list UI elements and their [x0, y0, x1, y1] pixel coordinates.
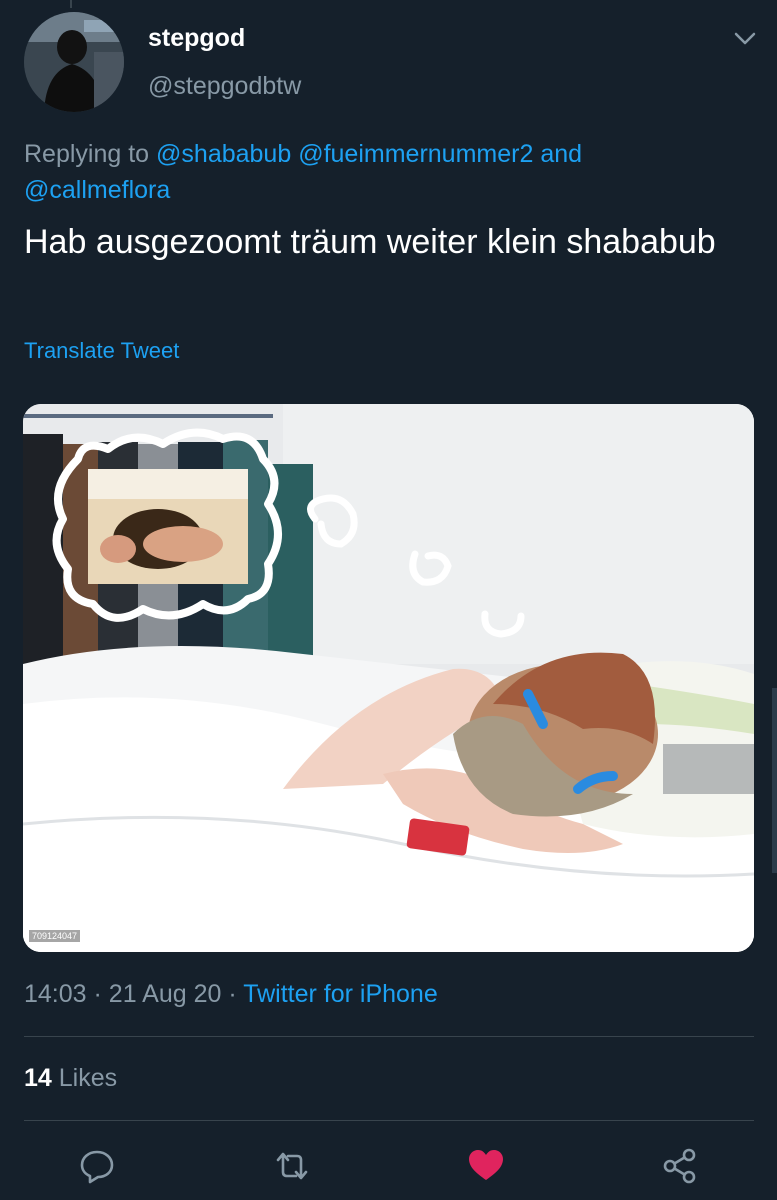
divider	[24, 1120, 754, 1121]
likes-stat[interactable]: 14 Likes	[24, 1064, 117, 1093]
scrollbar[interactable]	[772, 688, 777, 873]
mention-link[interactable]: @fueimmernummer2	[298, 140, 533, 168]
tweet-time: 14:03	[24, 980, 87, 1008]
image-watermark: 709124047	[29, 930, 81, 942]
author-handle[interactable]: @stepgodbtw	[148, 72, 301, 101]
replying-to: Replying to @shababub @fueimmernummer2 a…	[24, 136, 724, 208]
replying-to-label: Replying to	[24, 140, 150, 168]
share-icon	[663, 1148, 696, 1184]
reply-button[interactable]	[77, 1146, 117, 1186]
likes-count: 14	[24, 1064, 52, 1092]
mention-conjunction[interactable]: and	[540, 140, 582, 168]
divider	[24, 1036, 754, 1037]
tweet-text: Hab ausgezoomt träum weiter klein shabab…	[24, 223, 716, 261]
like-button[interactable]	[466, 1146, 506, 1186]
translate-tweet-link[interactable]: Translate Tweet	[24, 338, 179, 364]
tweet-source-link[interactable]: Twitter for iPhone	[243, 980, 438, 1008]
avatar[interactable]	[24, 12, 124, 112]
thread-connector	[70, 0, 72, 8]
tweet-meta: 14:03 · 21 Aug 20 · Twitter for iPhone	[24, 980, 438, 1009]
tweet-date: 21 Aug 20	[108, 980, 222, 1008]
mention-link[interactable]: @shababub	[156, 140, 291, 168]
meta-separator: ·	[93, 980, 102, 1008]
tweet-image[interactable]: 709124047	[23, 404, 754, 952]
author-display-name[interactable]: stepgod	[148, 24, 245, 53]
retweet-icon	[276, 1152, 308, 1180]
heart-icon	[469, 1150, 503, 1180]
chevron-down-icon[interactable]	[732, 28, 758, 48]
mention-link[interactable]: @callmeflora	[24, 176, 170, 204]
reply-icon	[80, 1150, 114, 1184]
share-button[interactable]	[660, 1146, 700, 1186]
likes-label: Likes	[58, 1064, 118, 1092]
meta-separator: ·	[228, 980, 237, 1008]
retweet-button[interactable]	[272, 1146, 312, 1186]
